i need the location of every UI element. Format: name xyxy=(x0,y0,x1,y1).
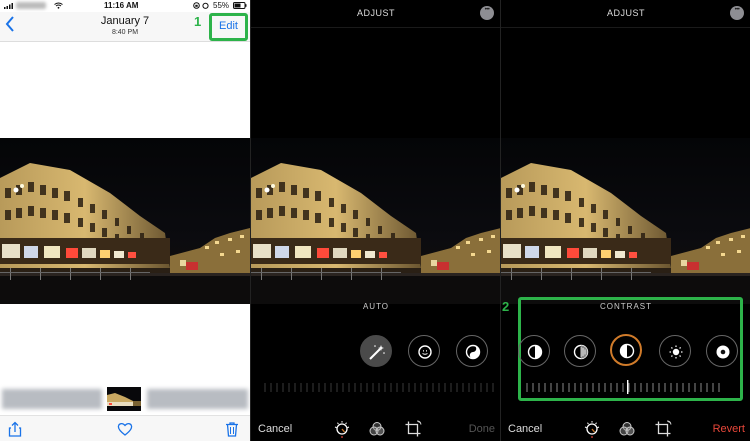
done-button[interactable]: Done xyxy=(469,423,495,435)
thumbnail-selected[interactable] xyxy=(107,387,141,411)
signal-icon xyxy=(4,3,13,9)
filters-icon[interactable] xyxy=(368,420,386,438)
thumbnail-blurred-left[interactable] xyxy=(2,389,102,409)
more-options-icon[interactable] xyxy=(730,6,744,20)
highlights-tool[interactable] xyxy=(564,335,596,367)
bottom-bar: Cancel Revert xyxy=(501,420,750,440)
auto-wand-icon xyxy=(369,345,385,360)
brilliance-tool[interactable] xyxy=(518,335,550,367)
thumbnail-blurred-right[interactable] xyxy=(147,389,248,409)
contrast-slider[interactable] xyxy=(501,380,750,394)
top-divider xyxy=(501,27,750,28)
brightness-icon xyxy=(669,345,683,359)
battery-percent: 55% xyxy=(213,1,230,10)
heart-icon[interactable] xyxy=(117,421,133,437)
carrier-label xyxy=(16,2,46,9)
top-divider xyxy=(251,27,500,28)
more-options-icon[interactable] xyxy=(480,6,494,20)
cancel-button[interactable]: Cancel xyxy=(508,423,542,435)
status-time: 11:16 AM xyxy=(104,1,139,10)
adjust-title: ADJUST xyxy=(606,8,645,18)
adjust-auto-panel: ADJUST AUTO Cancel xyxy=(250,0,500,441)
photo-image[interactable] xyxy=(0,138,250,304)
highlights-icon xyxy=(573,344,589,360)
cancel-button[interactable]: Cancel xyxy=(258,423,292,435)
brilliance-tool[interactable] xyxy=(456,335,488,367)
adjust-dial-icon[interactable] xyxy=(333,420,351,438)
orientation-lock-icon xyxy=(193,2,200,9)
bottom-bar: Cancel Done xyxy=(251,420,500,440)
tool-label: CONTRAST xyxy=(600,302,652,311)
filters-icon[interactable] xyxy=(618,420,636,438)
brightness-tool[interactable] xyxy=(659,335,691,367)
photo-toolbar xyxy=(0,415,250,441)
thumbnail-strip[interactable] xyxy=(0,385,250,413)
photo-image xyxy=(251,138,500,304)
contrast-tool[interactable] xyxy=(610,334,642,366)
battery-icon xyxy=(233,2,247,9)
step-badge-1: 1 xyxy=(194,14,202,29)
contrast-icon xyxy=(619,343,635,359)
exposure-tool[interactable] xyxy=(408,335,440,367)
photos-viewer-panel: 11:16 AM 55% January 7 8:40 PM 1 Edit xyxy=(0,0,250,441)
adjust-dial-icon[interactable] xyxy=(583,420,601,438)
photo-image xyxy=(501,138,750,304)
black-point-icon xyxy=(716,345,730,359)
brilliance-icon xyxy=(527,344,543,360)
exposure-icon xyxy=(418,345,432,359)
wifi-icon xyxy=(54,2,63,9)
black-point-tool[interactable] xyxy=(706,335,738,367)
adjust-slider[interactable] xyxy=(251,380,500,394)
adjust-title: ADJUST xyxy=(356,8,395,18)
crop-icon[interactable] xyxy=(404,420,422,438)
revert-button[interactable]: Revert xyxy=(713,423,745,435)
alarm-icon xyxy=(202,2,209,9)
crop-icon[interactable] xyxy=(654,420,672,438)
adjust-contrast-panel: ADJUST 2 CONTRAST xyxy=(500,0,750,441)
brilliance-icon xyxy=(465,344,481,360)
status-bar: 11:16 AM 55% xyxy=(0,0,250,12)
edit-button[interactable]: Edit xyxy=(219,20,238,32)
trash-icon[interactable] xyxy=(224,421,240,437)
tool-label: AUTO xyxy=(362,302,390,311)
share-icon[interactable] xyxy=(7,421,23,437)
slider-center-marker xyxy=(627,380,629,394)
auto-enhance-tool[interactable] xyxy=(360,335,392,367)
